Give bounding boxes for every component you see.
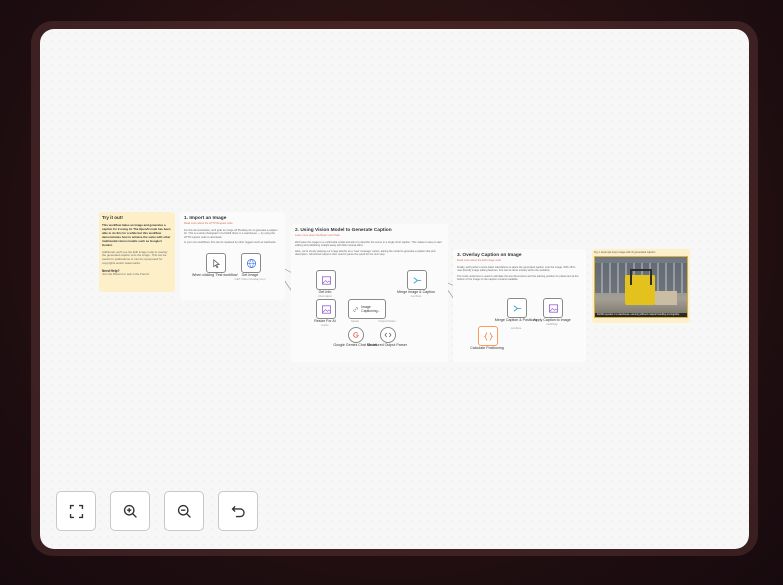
section1-subtitle: Read more about the HTTP Request node — [184, 222, 233, 225]
pallet — [655, 291, 677, 305]
parser-label: Structured Output Parser — [367, 343, 407, 347]
intro-text: Additional, we'll use the Edit Image nod… — [102, 249, 168, 266]
captioning-label: Image Captioning... — [361, 305, 381, 313]
intro-bold-text: This workflow takes an image and generat… — [102, 223, 171, 247]
section2-title: 2. Using Vision Model to Generate Captio… — [295, 228, 392, 233]
get-info-sub: information — [318, 294, 332, 298]
section1-note[interactable]: 1. Import an Image Read more about the H… — [180, 212, 285, 300]
workflow-canvas[interactable]: Try it out! This workflow takes an image… — [40, 29, 749, 549]
forklift-cab — [630, 269, 652, 285]
reset-zoom-button[interactable] — [218, 491, 258, 531]
merge2-node[interactable] — [507, 298, 527, 318]
result-image: Forklift operator in a warehouse: ensuri… — [594, 256, 688, 318]
zoom-in-button[interactable] — [110, 491, 150, 531]
apply-node[interactable] — [543, 298, 563, 318]
result-label: Fig 1. Example input image with AI gener… — [594, 251, 656, 254]
zoom-out-icon — [177, 504, 191, 518]
trigger-node[interactable] — [206, 253, 226, 273]
zoom-in-icon — [123, 504, 137, 518]
section3-subtitle: Read more about the Edit Image node — [457, 259, 501, 262]
merge1-sub: combine — [410, 294, 422, 298]
section3-title: 3. Overlay Caption on Image — [457, 253, 522, 258]
undo-icon — [231, 505, 245, 517]
section1-text2: In your own workflows, this can be repla… — [184, 241, 277, 244]
resize-node[interactable] — [316, 299, 336, 319]
section1-text1: For this demonstration, we'll grab an im… — [184, 228, 278, 239]
google-icon — [353, 332, 359, 338]
position-label: Calculate Positioning — [470, 346, 504, 350]
get-info-node[interactable] — [316, 270, 336, 290]
cursor-icon — [212, 258, 220, 268]
intro-title: Try it out! — [102, 215, 123, 220]
merge-icon — [413, 276, 421, 284]
result-note[interactable]: Fig 1. Example input image with AI gener… — [592, 249, 690, 323]
image-icon — [321, 304, 331, 314]
result-caption: Forklift operator in a warehouse: ensuri… — [595, 313, 687, 317]
section3-text2: The Code node here is used to calculate … — [457, 274, 579, 282]
merge2-sub: combine — [510, 326, 522, 330]
help-text: Join the Discord or ask in the Forum! — [102, 272, 150, 277]
section2-text1: We'll pass the image to a multimodal mod… — [295, 240, 442, 248]
section1-title: 1. Import an Image — [184, 216, 227, 221]
globe-icon — [246, 258, 256, 268]
parser-node[interactable] — [380, 327, 396, 343]
section2-text2: Here, we're simply passing our image dir… — [295, 249, 436, 257]
captioning-node[interactable]: Image Captioning... — [348, 299, 386, 319]
parser-port-label: Output Parser — [378, 319, 396, 323]
image-icon — [548, 303, 558, 313]
gemini-node[interactable] — [348, 327, 364, 343]
braces-icon — [483, 331, 493, 341]
link-icon — [353, 306, 358, 312]
fit-to-view-button[interactable] — [56, 491, 96, 531]
zoom-out-button[interactable] — [164, 491, 204, 531]
get-image-node[interactable] — [241, 253, 261, 273]
resize-sub: resize — [321, 323, 329, 327]
intro-sticky-note[interactable]: Try it out! This workflow takes an image… — [99, 212, 175, 292]
fullscreen-icon — [69, 504, 83, 518]
apply-sub: multiStep — [546, 322, 558, 326]
merge-icon — [513, 304, 521, 312]
merge1-node[interactable] — [407, 270, 427, 290]
get-image-sub: GET: https://pixabay.com — [234, 277, 266, 281]
image-icon — [321, 275, 331, 285]
section2-subtitle: Learn more about the Basic LLM Chain — [295, 234, 341, 237]
section3-text1: Finally, we'll perform some basic calcul… — [457, 265, 576, 273]
code-icon — [384, 332, 392, 338]
